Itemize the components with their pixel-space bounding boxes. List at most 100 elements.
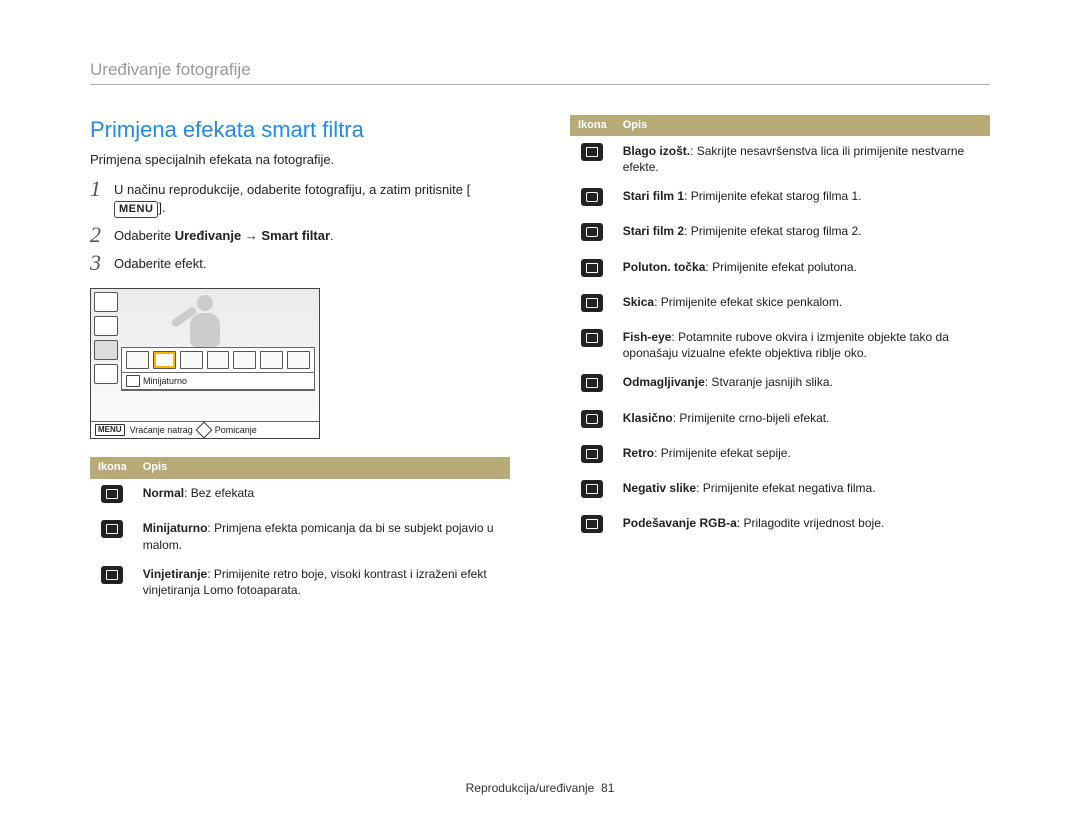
- effect-icon: [101, 566, 123, 584]
- effect-thumb: [287, 351, 310, 369]
- effect-name: Minijaturno: [143, 521, 208, 535]
- intro-text: Primjena specijalnih efekata na fotograf…: [90, 151, 510, 169]
- effect-desc: : Stvaranje jasnijih slika.: [705, 375, 833, 389]
- effect-icon: [581, 294, 603, 312]
- table-row: Odmagljivanje: Stvaranje jasnijih slika.: [570, 368, 990, 403]
- effect-icon: [581, 480, 603, 498]
- screenshot-body: Minijaturno: [91, 289, 319, 421]
- effect-name: Skica: [623, 295, 654, 309]
- step-number: 1: [90, 178, 114, 200]
- effect-thumb: [260, 351, 283, 369]
- effect-icon: [581, 374, 603, 392]
- step-3: 3 Odaberite efekt.: [90, 252, 510, 274]
- table-row: Stari film 1: Primijenite efekat starog …: [570, 182, 990, 217]
- table-header-icon: Ikona: [570, 115, 615, 136]
- table-header-desc: Opis: [615, 115, 990, 136]
- effect-icon: [581, 515, 603, 533]
- table-row: Retro: Primijenite efekat sepije.: [570, 438, 990, 473]
- effect-name: Normal: [143, 486, 184, 500]
- step-number: 2: [90, 224, 114, 246]
- effect-name: Vinjetiranje: [143, 567, 207, 581]
- effect-desc: : Primijenite crno-bijeli efekat.: [673, 411, 830, 425]
- page-number: 81: [601, 781, 614, 795]
- step-text: U načinu reprodukcije, odaberite fotogra…: [114, 178, 510, 217]
- effect-icon: [581, 143, 603, 161]
- effect-thumb: [180, 351, 203, 369]
- footer-section: Reprodukcija/uređivanje: [466, 781, 595, 795]
- right-column: Ikona Opis Blago izošt.: Sakrijte nesavr…: [570, 115, 990, 604]
- step-number: 3: [90, 252, 114, 274]
- table-row: Normal: Bez efekata: [90, 479, 510, 514]
- step-2: 2 Odaberite Uređivanje → Smart filtar.: [90, 224, 510, 246]
- effect-name: Blago izošt.: [623, 144, 690, 158]
- table-row: Skica: Primijenite efekat skice penkalom…: [570, 287, 990, 322]
- table-row: Negativ slike: Primijenite efekat negati…: [570, 473, 990, 508]
- effect-name: Fish-eye: [623, 330, 672, 344]
- effect-name: Poluton. točka: [623, 260, 706, 274]
- table-row: Fish-eye: Potamnite rubove okvira i izmj…: [570, 322, 990, 367]
- effect-desc: : Primijenite efekat skice penkalom.: [654, 295, 842, 309]
- table-row: Poluton. točka: Primijenite efekat polut…: [570, 252, 990, 287]
- left-column: Primjena efekata smart filtra Primjena s…: [90, 115, 510, 604]
- side-icon: [94, 316, 118, 336]
- effect-thumb: [207, 351, 230, 369]
- footer-move-label: Pomicanje: [215, 424, 257, 436]
- effect-desc: : Primijenite efekat sepije.: [654, 446, 791, 460]
- table-row: Klasično: Primijenite crno-bijeli efekat…: [570, 403, 990, 438]
- table-row: Blago izošt.: Sakrijte nesavršenstva lic…: [570, 136, 990, 181]
- side-icon: [94, 364, 118, 384]
- steps-list: 1 U načinu reprodukcije, odaberite fotog…: [90, 178, 510, 273]
- camera-ui-screenshot: Minijaturno MENU Vraćanje natrag Pomican…: [90, 288, 320, 440]
- effect-name: Odmagljivanje: [623, 375, 705, 389]
- table-row: Vinjetiranje: Primijenite retro boje, vi…: [90, 559, 510, 604]
- effect-icon: [581, 445, 603, 463]
- effect-thumb: [126, 351, 149, 369]
- effect-icon: [581, 329, 603, 347]
- effect-desc: : Bez efekata: [184, 486, 254, 500]
- step-text: Odaberite Uređivanje → Smart filtar.: [114, 224, 334, 245]
- mini-effect-icon: [126, 375, 140, 387]
- step-text-post: ].: [158, 200, 165, 215]
- effect-desc: : Prilagodite vrijednost boje.: [737, 516, 884, 530]
- effect-name: Stari film 1: [623, 189, 684, 203]
- side-icon-selected: [94, 340, 118, 360]
- step-text-pre: U načinu reprodukcije, odaberite fotogra…: [114, 182, 470, 197]
- screenshot-footer: MENU Vraćanje natrag Pomicanje: [91, 421, 319, 439]
- effect-icon: [581, 410, 603, 428]
- content-columns: Primjena efekata smart filtra Primjena s…: [90, 115, 990, 604]
- menu-key-icon: MENU: [114, 201, 158, 218]
- selected-effect-label-row: Minijaturno: [122, 373, 314, 390]
- effect-icon: [581, 259, 603, 277]
- side-icon: [94, 292, 118, 312]
- step-text: Odaberite efekt.: [114, 252, 207, 273]
- effect-icon: [581, 188, 603, 206]
- section-heading: Primjena efekata smart filtra: [90, 115, 510, 145]
- nav-diamond-icon: [195, 422, 212, 439]
- table-row: Podešavanje RGB-a: Prilagodite vrijednos…: [570, 509, 990, 544]
- effect-name: Stari film 2: [623, 224, 684, 238]
- step-text-bold: Uređivanje → Smart filtar: [175, 228, 330, 243]
- table-row: Minijaturno: Primjena efekta pomicanja d…: [90, 514, 510, 559]
- screenshot-side-icons: [94, 292, 118, 384]
- filmstrip-row: [122, 348, 314, 373]
- effect-desc: : Potamnite rubove okvira i izmjenite ob…: [623, 330, 949, 360]
- effect-desc: : Primijenite efekat negativa filma.: [696, 481, 875, 495]
- effect-name: Klasično: [623, 411, 673, 425]
- effect-desc: : Primijenite efekat starog filma 2.: [684, 224, 861, 238]
- breadcrumb: Uređivanje fotografije: [90, 60, 990, 85]
- effect-filmstrip: Minijaturno: [121, 347, 315, 391]
- effect-desc: : Primijenite efekat polutona.: [705, 260, 856, 274]
- step-text-pre: Odaberite: [114, 228, 175, 243]
- effect-icon: [581, 223, 603, 241]
- footer-back-label: Vraćanje natrag: [130, 424, 193, 436]
- step-1: 1 U načinu reprodukcije, odaberite fotog…: [90, 178, 510, 217]
- table-row: Stari film 2: Primijenite efekat starog …: [570, 217, 990, 252]
- page-footer: Reprodukcija/uređivanje 81: [0, 781, 1080, 795]
- effects-table-right: Ikona Opis Blago izošt.: Sakrijte nesavr…: [570, 115, 990, 543]
- effect-name: Negativ slike: [623, 481, 696, 495]
- menu-key-icon: MENU: [95, 424, 125, 437]
- effect-thumb-selected: [153, 351, 176, 369]
- table-header-desc: Opis: [135, 457, 510, 478]
- effects-table-left: Ikona Opis Normal: Bez efekata Minijatur…: [90, 457, 510, 604]
- effect-name: Podešavanje RGB-a: [623, 516, 737, 530]
